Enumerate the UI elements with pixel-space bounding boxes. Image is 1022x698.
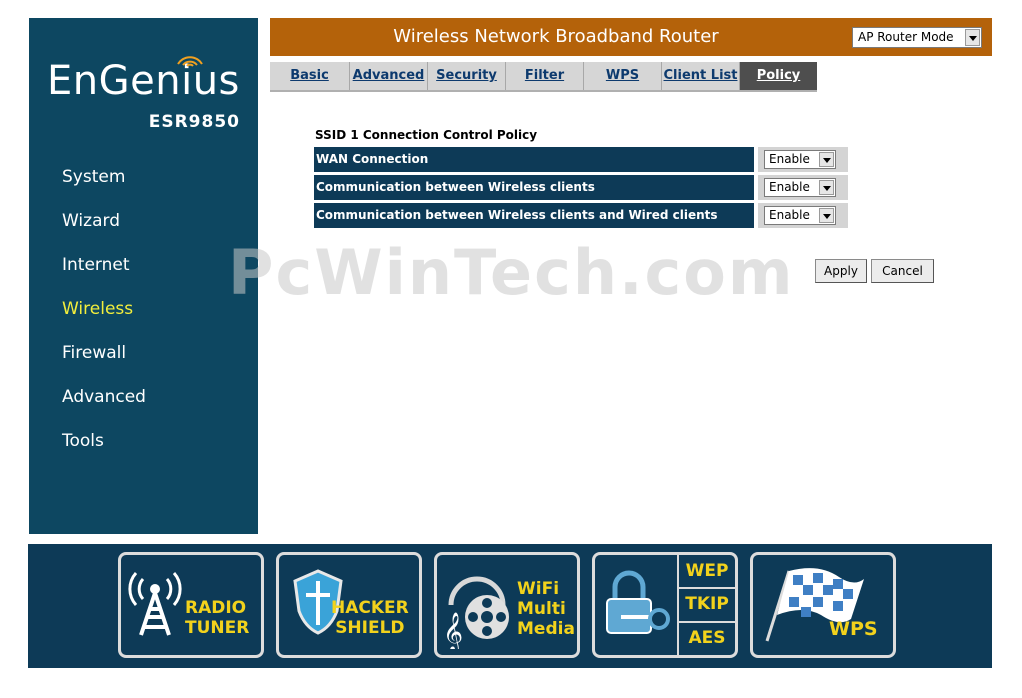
nav-item-wizard[interactable]: Wizard [62, 210, 146, 254]
policy-row-cell: Enable [758, 175, 848, 200]
tab-security[interactable]: Security [428, 62, 506, 90]
policy-row: Communication between Wireless clients a… [314, 203, 848, 228]
wifi-multimedia-line3: Media [517, 619, 575, 639]
hacker-shield-line2: SHIELD [335, 618, 405, 638]
policy-row-label: WAN Connection [314, 147, 754, 172]
chevron-down-icon[interactable] [819, 152, 834, 167]
nav-item-tools[interactable]: Tools [62, 430, 146, 474]
tab-client-list[interactable]: Client List [662, 62, 740, 90]
tab-wps[interactable]: WPS [584, 62, 662, 90]
feature-wifi-multimedia: 𝄞 WiFi Multi Media [434, 552, 580, 658]
page-title: Wireless Network Broadband Router [393, 26, 719, 47]
select-value: Enable [769, 180, 810, 194]
wireless-to-wired-select[interactable]: Enable [764, 206, 836, 225]
feature-hacker-shield: HACKER SHIELD [276, 552, 422, 658]
apply-button[interactable]: Apply [815, 259, 867, 283]
radio-tuner-line2: TUNER [185, 618, 250, 638]
headphones-film-icon: 𝄞 [443, 576, 509, 649]
main-nav: System Wizard Internet Wireless Firewall… [62, 166, 146, 474]
chevron-down-icon[interactable] [965, 29, 980, 46]
engenius-logo: EnGenius [47, 58, 240, 104]
policy-row-label: Communication between Wireless clients a… [314, 203, 754, 228]
nav-item-wireless[interactable]: Wireless [62, 298, 146, 342]
radio-tower-icon [128, 572, 182, 636]
policy-row-label: Communication between Wireless clients [314, 175, 754, 200]
wan-connection-select[interactable]: Enable [764, 150, 836, 169]
wifi-waves-icon [177, 56, 203, 67]
select-value: Enable [769, 152, 810, 166]
tkip-label: TKIP [685, 594, 729, 614]
feature-banner: RADIO TUNER HACKER SHIELD 𝄞 WiFi Multi M… [28, 544, 992, 668]
nav-item-firewall[interactable]: Firewall [62, 342, 146, 386]
nav-item-internet[interactable]: Internet [62, 254, 146, 298]
policy-row: Communication between Wireless clients E… [314, 175, 848, 200]
sidebar: EnGenius ESR9850 System Wizard Internet … [29, 18, 258, 534]
tab-basic[interactable]: Basic [270, 62, 350, 90]
wifi-multimedia-line2: Multi [517, 599, 566, 619]
feature-encryption: WEP TKIP AES [592, 552, 738, 658]
router-mode-value: AP Router Mode [858, 30, 954, 44]
select-value: Enable [769, 208, 810, 222]
wireless-to-wireless-select[interactable]: Enable [764, 178, 836, 197]
feature-wps: WPS [750, 552, 896, 658]
policy-row-cell: Enable [758, 147, 848, 172]
watermark: PcWinTech.com [228, 236, 795, 309]
tab-advanced[interactable]: Advanced [350, 62, 428, 90]
chevron-down-icon[interactable] [819, 208, 834, 223]
tab-bar: Basic Advanced Security Filter WPS Clien… [270, 62, 817, 92]
cancel-button[interactable]: Cancel [871, 259, 934, 283]
policy-row-cell: Enable [758, 203, 848, 228]
lock-key-icon [606, 570, 670, 634]
nav-item-system[interactable]: System [62, 166, 146, 210]
header-bar: Wireless Network Broadband Router AP Rou… [270, 18, 992, 56]
aes-label: AES [688, 628, 726, 648]
radio-tuner-line1: RADIO [185, 598, 247, 618]
chevron-down-icon[interactable] [819, 180, 834, 195]
tab-policy[interactable]: Policy [740, 62, 817, 90]
model-name: ESR9850 [148, 112, 240, 132]
wifi-multimedia-line1: WiFi [517, 579, 560, 599]
wps-label: WPS [829, 618, 878, 640]
tab-filter[interactable]: Filter [506, 62, 584, 90]
policy-row: WAN Connection Enable [314, 147, 848, 172]
router-mode-select[interactable]: AP Router Mode [852, 27, 982, 48]
nav-item-advanced[interactable]: Advanced [62, 386, 146, 430]
feature-radio-tuner: RADIO TUNER [118, 552, 264, 658]
hacker-shield-line1: HACKER [331, 598, 409, 618]
wep-label: WEP [685, 561, 729, 581]
policy-section-title: SSID 1 Connection Control Policy [315, 128, 538, 142]
svg-text:𝄞: 𝄞 [443, 612, 463, 649]
